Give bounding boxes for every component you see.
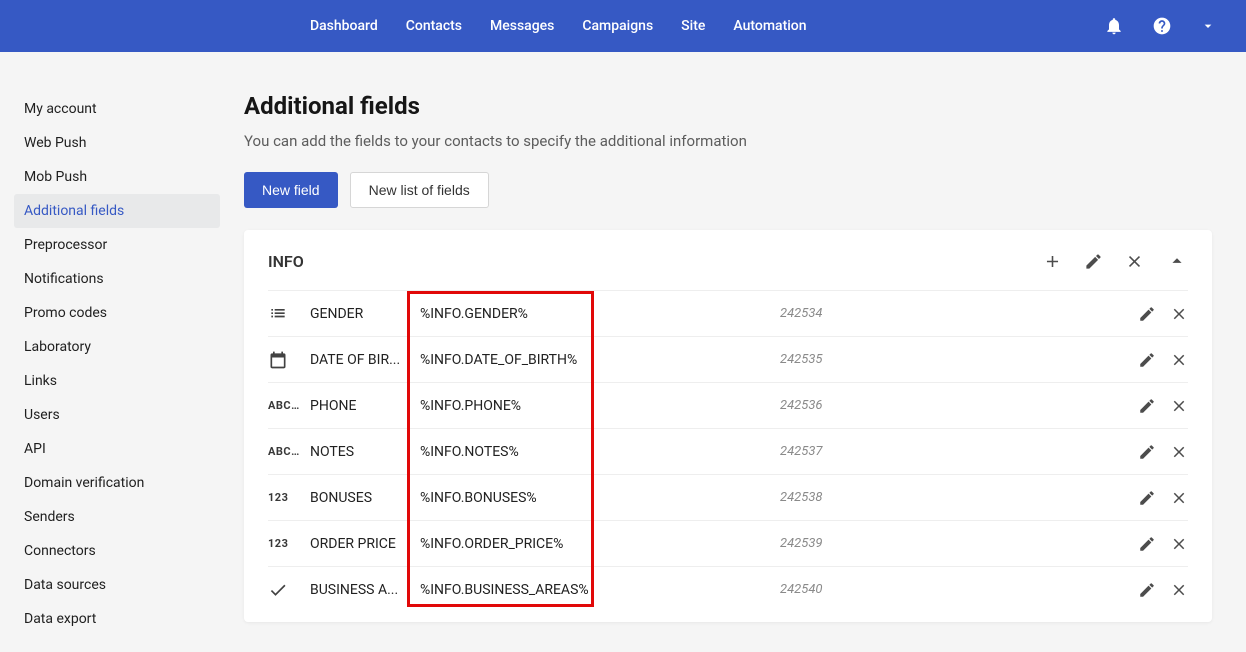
- sidebar-item-links[interactable]: Links: [14, 364, 220, 398]
- field-name: GENDER: [310, 306, 420, 322]
- top-nav: Dashboard Contacts Messages Campaigns Si…: [0, 0, 1246, 52]
- sidebar-item-my-account[interactable]: My account: [14, 92, 220, 126]
- field-row: ABC…PHONE%INFO.PHONE%242536: [268, 382, 1188, 428]
- edit-field-icon[interactable]: [1138, 535, 1156, 553]
- field-id: 242535: [690, 352, 1138, 367]
- field-key: %INFO.BUSINESS_AREAS%: [420, 582, 690, 598]
- field-id: 242534: [690, 306, 1138, 321]
- field-row: ABC…NOTES%INFO.NOTES%242537: [268, 428, 1188, 474]
- field-name: ORDER PRICE: [310, 536, 420, 552]
- sidebar-item-laboratory[interactable]: Laboratory: [14, 330, 220, 364]
- sidebar-item-preprocessor[interactable]: Preprocessor: [14, 228, 220, 262]
- sidebar-item-notifications[interactable]: Notifications: [14, 262, 220, 296]
- sidebar-item-domain-verification[interactable]: Domain verification: [14, 466, 220, 500]
- sidebar-item-api[interactable]: API: [14, 432, 220, 466]
- field-key: %INFO.PHONE%: [420, 398, 690, 414]
- page-subtitle: You can add the fields to your contacts …: [244, 132, 1212, 150]
- field-id: 242538: [690, 490, 1138, 505]
- delete-field-icon[interactable]: [1170, 535, 1188, 553]
- sidebar-item-senders[interactable]: Senders: [14, 500, 220, 534]
- nav-site[interactable]: Site: [681, 18, 705, 34]
- field-key: %INFO.ORDER_PRICE%: [420, 536, 690, 552]
- sidebar-item-data-sources[interactable]: Data sources: [14, 568, 220, 602]
- field-row: GENDER%INFO.GENDER%242534: [268, 290, 1188, 336]
- field-name: DATE OF BIR...: [310, 352, 420, 368]
- field-key: %INFO.DATE_OF_BIRTH%: [420, 352, 690, 368]
- add-icon[interactable]: [1043, 252, 1062, 271]
- field-type-icon: 123: [268, 491, 310, 504]
- sidebar-item-web-push[interactable]: Web Push: [14, 126, 220, 160]
- field-type-icon: 123: [268, 537, 310, 550]
- field-row: 123BONUSES%INFO.BONUSES%242538: [268, 474, 1188, 520]
- field-group-card: INFO GENDER%INFO.GENDER%242534DATE OF BI…: [244, 230, 1212, 622]
- delete-field-icon[interactable]: [1170, 351, 1188, 369]
- nav-messages[interactable]: Messages: [490, 18, 554, 34]
- edit-field-icon[interactable]: [1138, 351, 1156, 369]
- help-icon[interactable]: [1152, 16, 1172, 36]
- delete-field-icon[interactable]: [1170, 489, 1188, 507]
- sidebar-item-data-export[interactable]: Data export: [14, 602, 220, 636]
- sidebar-item-additional-fields[interactable]: Additional fields: [14, 194, 220, 228]
- nav-campaigns[interactable]: Campaigns: [582, 18, 653, 34]
- sidebar-item-connectors[interactable]: Connectors: [14, 534, 220, 568]
- field-id: 242539: [690, 536, 1138, 551]
- sidebar-item-users[interactable]: Users: [14, 398, 220, 432]
- page-title: Additional fields: [244, 92, 1212, 120]
- collapse-icon[interactable]: [1166, 250, 1188, 272]
- nav-automation[interactable]: Automation: [733, 18, 806, 34]
- nav-contacts[interactable]: Contacts: [406, 18, 462, 34]
- field-id: 242537: [690, 444, 1138, 459]
- sidebar: My account Web Push Mob Push Additional …: [0, 92, 228, 652]
- delete-field-icon[interactable]: [1170, 397, 1188, 415]
- field-type-icon: [268, 304, 310, 324]
- field-row: BUSINESS A...%INFO.BUSINESS_AREAS%242540: [268, 566, 1188, 612]
- field-key: %INFO.NOTES%: [420, 444, 690, 460]
- group-title: INFO: [268, 252, 1043, 271]
- field-row: 123ORDER PRICE%INFO.ORDER_PRICE%242539: [268, 520, 1188, 566]
- field-type-icon: [268, 350, 310, 370]
- field-name: NOTES: [310, 444, 420, 460]
- delete-field-icon[interactable]: [1170, 305, 1188, 323]
- close-group-icon[interactable]: [1125, 252, 1144, 271]
- field-name: BONUSES: [310, 490, 420, 506]
- edit-field-icon[interactable]: [1138, 397, 1156, 415]
- field-key: %INFO.GENDER%: [420, 306, 690, 322]
- field-type-icon: ABC…: [268, 399, 310, 412]
- field-name: PHONE: [310, 398, 420, 414]
- sidebar-item-mob-push[interactable]: Mob Push: [14, 160, 220, 194]
- field-key: %INFO.BONUSES%: [420, 490, 690, 506]
- chevron-down-icon[interactable]: [1200, 18, 1216, 34]
- field-row: DATE OF BIR...%INFO.DATE_OF_BIRTH%242535: [268, 336, 1188, 382]
- field-type-icon: [268, 580, 310, 600]
- field-id: 242540: [690, 582, 1138, 597]
- top-nav-menu: Dashboard Contacts Messages Campaigns Si…: [310, 18, 807, 34]
- new-list-button[interactable]: New list of fields: [350, 172, 489, 208]
- delete-field-icon[interactable]: [1170, 581, 1188, 599]
- new-field-button[interactable]: New field: [244, 172, 338, 208]
- sidebar-item-promo-codes[interactable]: Promo codes: [14, 296, 220, 330]
- field-type-icon: ABC…: [268, 445, 310, 458]
- field-id: 242536: [690, 398, 1138, 413]
- edit-field-icon[interactable]: [1138, 305, 1156, 323]
- edit-field-icon[interactable]: [1138, 489, 1156, 507]
- nav-dashboard[interactable]: Dashboard: [310, 18, 378, 34]
- delete-field-icon[interactable]: [1170, 443, 1188, 461]
- edit-field-icon[interactable]: [1138, 443, 1156, 461]
- edit-group-icon[interactable]: [1084, 252, 1103, 271]
- field-name: BUSINESS A...: [310, 582, 420, 598]
- bell-icon[interactable]: [1104, 16, 1124, 36]
- edit-field-icon[interactable]: [1138, 581, 1156, 599]
